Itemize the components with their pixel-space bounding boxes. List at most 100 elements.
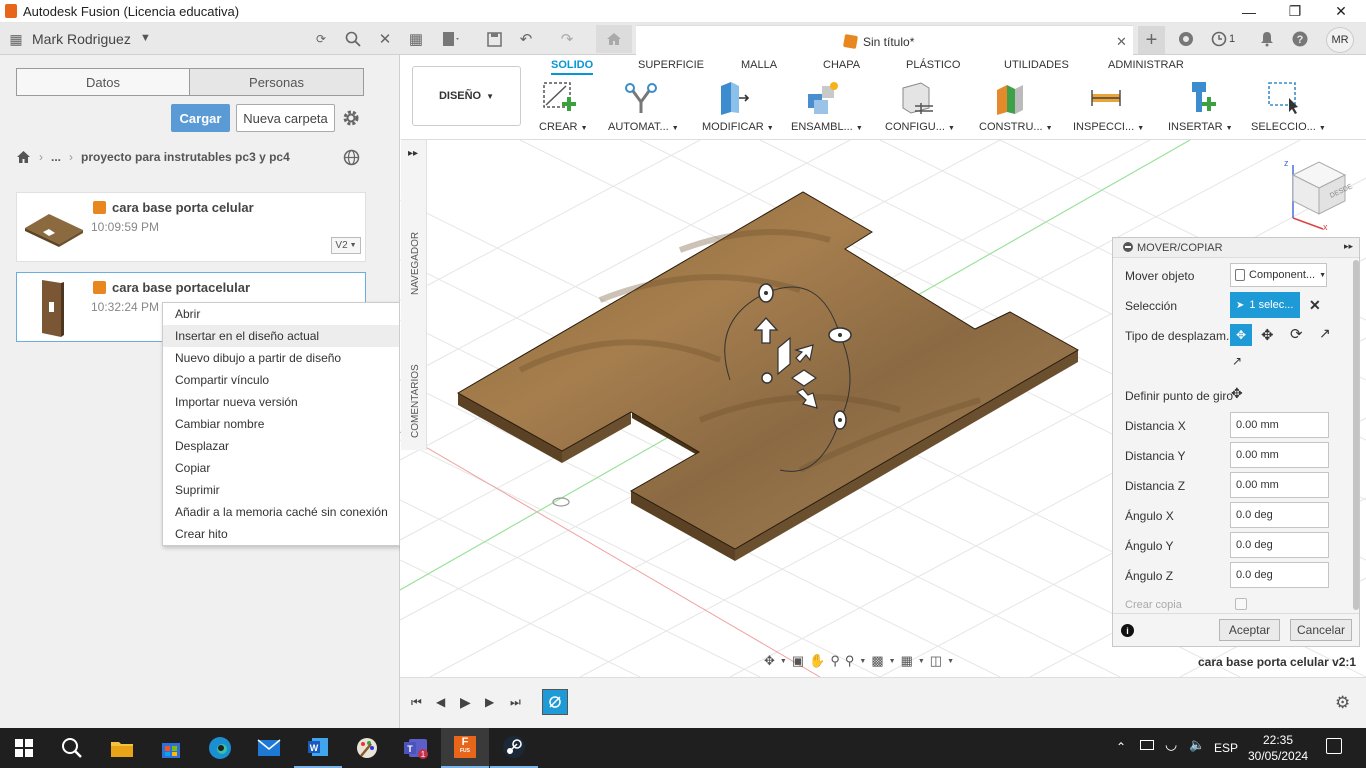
- refresh-icon[interactable]: ⟳: [310, 28, 332, 50]
- selection-button[interactable]: ➤ 1 selec...: [1230, 292, 1300, 318]
- zoom-icon[interactable]: ⚲: [830, 653, 840, 669]
- select-icon[interactable]: [1265, 80, 1303, 116]
- document-tab[interactable]: Sin título* ✕: [636, 25, 1133, 55]
- notification-center-icon[interactable]: [1326, 738, 1342, 754]
- group-inspecci[interactable]: INSPECCI... ▼: [1073, 121, 1144, 133]
- workspace-switcher[interactable]: DISEÑO ▼: [412, 66, 521, 126]
- menu-item-nuevo-dibujo[interactable]: Nuevo dibujo a partir de diseño: [163, 347, 399, 369]
- first-step-icon[interactable]: ⏮: [411, 695, 422, 710]
- job-status-icon[interactable]: 1: [1208, 28, 1238, 50]
- translate-icon[interactable]: ✥: [1261, 326, 1274, 344]
- chevron-down-icon[interactable]: ▼: [780, 658, 787, 665]
- group-crear[interactable]: CREAR ▼: [539, 121, 588, 133]
- apps-grid-icon[interactable]: ▦: [405, 28, 427, 50]
- info-icon[interactable]: i: [1121, 624, 1134, 637]
- modify-icon[interactable]: [715, 80, 753, 116]
- assemble-icon[interactable]: [804, 80, 842, 116]
- search-icon[interactable]: [342, 28, 364, 50]
- version-badge[interactable]: V2 ▼: [331, 237, 361, 254]
- chevron-down-icon[interactable]: ▼: [859, 658, 866, 665]
- group-seleccio[interactable]: SELECCIO... ▼: [1251, 121, 1326, 133]
- language-indicator[interactable]: ESP: [1214, 741, 1238, 755]
- expand-dialog-icon[interactable]: ▸▸: [1344, 241, 1353, 252]
- menu-item-cache[interactable]: Añadir a la memoria caché sin conexión: [163, 501, 399, 523]
- minimize-button[interactable]: —: [1226, 0, 1272, 23]
- group-modificar[interactable]: MODIFICAR ▼: [702, 121, 774, 133]
- paint-app[interactable]: [343, 728, 391, 768]
- tab-superficie[interactable]: SUPERFICIE: [638, 59, 704, 71]
- word-app[interactable]: W: [294, 728, 342, 768]
- group-automat[interactable]: AUTOMAT... ▼: [608, 121, 679, 133]
- breadcrumb-ellipsis[interactable]: ...: [51, 150, 61, 164]
- navigator-label[interactable]: NAVEGADOR: [410, 232, 421, 295]
- look-at-icon[interactable]: ▣: [792, 653, 804, 669]
- distance-z-input[interactable]: 0.00 mm: [1230, 472, 1329, 498]
- move-object-select[interactable]: Component... ▼: [1230, 263, 1327, 287]
- distance-x-input[interactable]: 0.00 mm: [1230, 412, 1329, 438]
- display-settings-icon[interactable]: ▩: [871, 653, 883, 669]
- free-move-icon[interactable]: ✥: [1230, 324, 1252, 346]
- group-configu[interactable]: CONFIGU... ▼: [885, 121, 955, 133]
- avatar[interactable]: MR: [1326, 27, 1354, 53]
- edge-app[interactable]: [196, 728, 244, 768]
- menu-item-crear-hito[interactable]: Crear hito: [163, 523, 399, 545]
- battery-icon[interactable]: [1140, 740, 1154, 750]
- chevron-down-icon[interactable]: ▼: [140, 32, 151, 44]
- grid-menu-icon[interactable]: ▦: [5, 28, 27, 50]
- angle-z-input[interactable]: 0.0 deg: [1230, 562, 1329, 588]
- mail-app[interactable]: [245, 728, 293, 768]
- create-sketch-icon[interactable]: [540, 80, 578, 116]
- tab-administrar[interactable]: ADMINISTRAR: [1108, 59, 1184, 71]
- automate-icon[interactable]: [622, 80, 660, 116]
- wifi-icon[interactable]: ◡: [1165, 736, 1177, 753]
- tab-solido[interactable]: SOLIDO: [551, 59, 594, 75]
- previous-step-icon[interactable]: ◀: [436, 695, 445, 709]
- tab-utilidades[interactable]: UTILIDADES: [1004, 59, 1069, 71]
- last-step-icon[interactable]: ⏭: [510, 695, 521, 710]
- rotate-icon[interactable]: ⟳: [1290, 325, 1303, 343]
- grid-settings-icon[interactable]: ▦: [901, 653, 913, 669]
- angle-y-input[interactable]: 0.0 deg: [1230, 532, 1329, 558]
- next-step-icon[interactable]: ▶: [485, 695, 494, 709]
- ok-button[interactable]: Aceptar: [1219, 619, 1280, 641]
- menu-item-compartir[interactable]: Compartir vínculo: [163, 369, 399, 391]
- cancel-button[interactable]: Cancelar: [1290, 619, 1352, 641]
- file-menu-icon[interactable]: [440, 28, 462, 50]
- configure-icon[interactable]: [899, 80, 937, 116]
- user-menu[interactable]: Mark Rodriguez: [32, 31, 131, 47]
- viewports-icon[interactable]: ◫: [930, 653, 942, 669]
- tab-plastico[interactable]: PLÁSTICO: [906, 59, 960, 71]
- tab-malla[interactable]: MALLA: [741, 59, 777, 71]
- gear-icon[interactable]: [342, 109, 360, 127]
- restore-button[interactable]: ❐: [1272, 0, 1318, 23]
- tray-chevron-up-icon[interactable]: ⌃: [1116, 740, 1126, 754]
- timeline-settings-gear-icon[interactable]: ⚙: [1335, 693, 1350, 713]
- clear-selection-icon[interactable]: ✕: [1309, 297, 1321, 314]
- steam-app[interactable]: [490, 728, 538, 768]
- distance-y-input[interactable]: 0.00 mm: [1230, 442, 1329, 468]
- construct-icon[interactable]: [993, 80, 1031, 116]
- home-tab-button[interactable]: [596, 25, 632, 53]
- notifications-bell-icon[interactable]: [1256, 28, 1278, 50]
- undo-icon[interactable]: ↶: [515, 28, 537, 50]
- group-constru[interactable]: CONSTRU... ▼: [979, 121, 1053, 133]
- expand-browser-icon[interactable]: ▸▸: [408, 148, 418, 159]
- upload-button[interactable]: Cargar: [171, 104, 230, 132]
- point-to-position-icon[interactable]: ↗: [1232, 354, 1242, 368]
- orbit-icon[interactable]: ✥: [764, 653, 775, 669]
- list-item[interactable]: cara base porta celular 10:09:59 PM V2 ▼: [16, 192, 366, 262]
- angle-x-input[interactable]: 0.0 deg: [1230, 502, 1329, 528]
- fit-zoom-icon[interactable]: ⚲: [845, 653, 855, 669]
- menu-item-cambiar-nombre[interactable]: Cambiar nombre: [163, 413, 399, 435]
- close-panel-icon[interactable]: ✕: [374, 28, 396, 50]
- chevron-down-icon[interactable]: ▼: [889, 658, 896, 665]
- pan-hand-icon[interactable]: ✋: [809, 653, 825, 669]
- tab-personas[interactable]: Personas: [189, 68, 364, 96]
- dialog-scrollbar[interactable]: [1353, 260, 1359, 610]
- new-folder-button[interactable]: Nueva carpeta: [236, 104, 335, 132]
- redo-icon[interactable]: ↷: [556, 28, 578, 50]
- chevron-down-icon[interactable]: ▼: [947, 658, 954, 665]
- close-window-button[interactable]: ✕: [1318, 0, 1364, 23]
- menu-item-suprimir[interactable]: Suprimir: [163, 479, 399, 501]
- save-icon[interactable]: [483, 28, 505, 50]
